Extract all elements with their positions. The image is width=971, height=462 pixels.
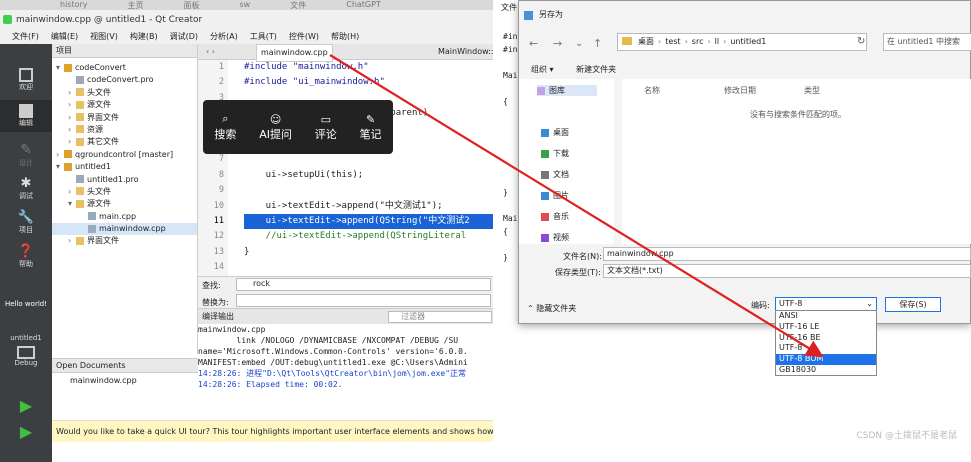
watermark: CSDN @土拨鼠不是老鼠 [856, 431, 957, 441]
annotation-arrow [329, 54, 824, 358]
screenshot-root: history 主页 面板 sw 文件 ChatGPT mainwindow.cpp @ … [0, 0, 971, 462]
